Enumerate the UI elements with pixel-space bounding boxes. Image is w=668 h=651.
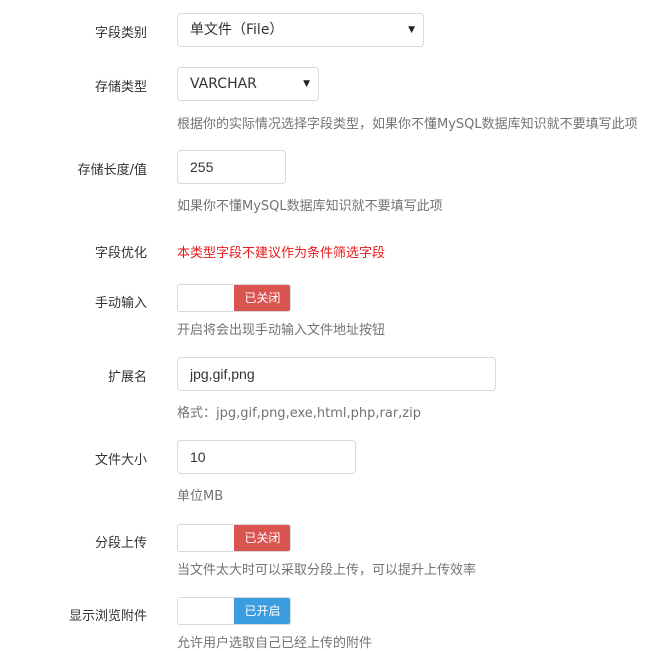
storage-type-value: VARCHAR: [190, 76, 257, 92]
file-size-help: 单位MB: [177, 489, 224, 504]
toggle-knob: [178, 285, 234, 311]
storage-length-help: 如果你不懂MySQL数据库知识就不要填写此项: [177, 199, 443, 214]
optimization-label: 字段优化: [94, 246, 147, 261]
file-size-label: 文件大小: [94, 453, 147, 468]
caret-down-icon: ▼: [408, 25, 415, 35]
chunk-upload-help: 当文件太大时可以采取分段上传，可以提升上传效率: [177, 563, 477, 578]
field-type-value: 单文件（File）: [190, 22, 284, 38]
show-attachments-label: 显示浏览附件: [68, 609, 147, 624]
toggle-state-on: 已开启: [234, 598, 290, 624]
manual-input-help: 开启将会出现手动输入文件地址按钮: [177, 323, 386, 338]
extensions-input[interactable]: [177, 357, 496, 391]
toggle-state-off: 已关闭: [234, 285, 290, 311]
field-type-select[interactable]: 单文件（File） ▼: [177, 13, 424, 47]
toggle-knob: [178, 598, 234, 624]
storage-type-select[interactable]: VARCHAR ▼: [177, 67, 319, 101]
manual-input-label: 手动输入: [94, 296, 147, 311]
caret-down-icon: ▼: [303, 79, 310, 89]
toggle-state-off: 已关闭: [234, 525, 290, 551]
storage-length-label: 存储长度/值: [77, 163, 147, 178]
storage-type-label: 存储类型: [94, 80, 147, 95]
toggle-knob: [178, 525, 234, 551]
field-type-label: 字段类别: [94, 26, 147, 41]
extensions-label: 扩展名: [107, 370, 147, 385]
extensions-help: 格式：jpg,gif,png,exe,html,php,rar,zip: [177, 406, 421, 421]
storage-length-input[interactable]: [177, 150, 286, 184]
manual-input-toggle[interactable]: 已关闭: [177, 284, 291, 312]
chunk-upload-toggle[interactable]: 已关闭: [177, 524, 291, 552]
storage-type-help: 根据你的实际情况选择字段类型，如果你不懂MySQL数据库知识就不要填写此项: [177, 117, 638, 132]
optimization-warning: 本类型字段不建议作为条件筛选字段: [177, 246, 386, 261]
chunk-upload-label: 分段上传: [94, 536, 147, 551]
show-attachments-help: 允许用户选取自己已经上传的附件: [177, 636, 373, 651]
show-attachments-toggle[interactable]: 已开启: [177, 597, 291, 625]
file-size-input[interactable]: [177, 440, 356, 474]
